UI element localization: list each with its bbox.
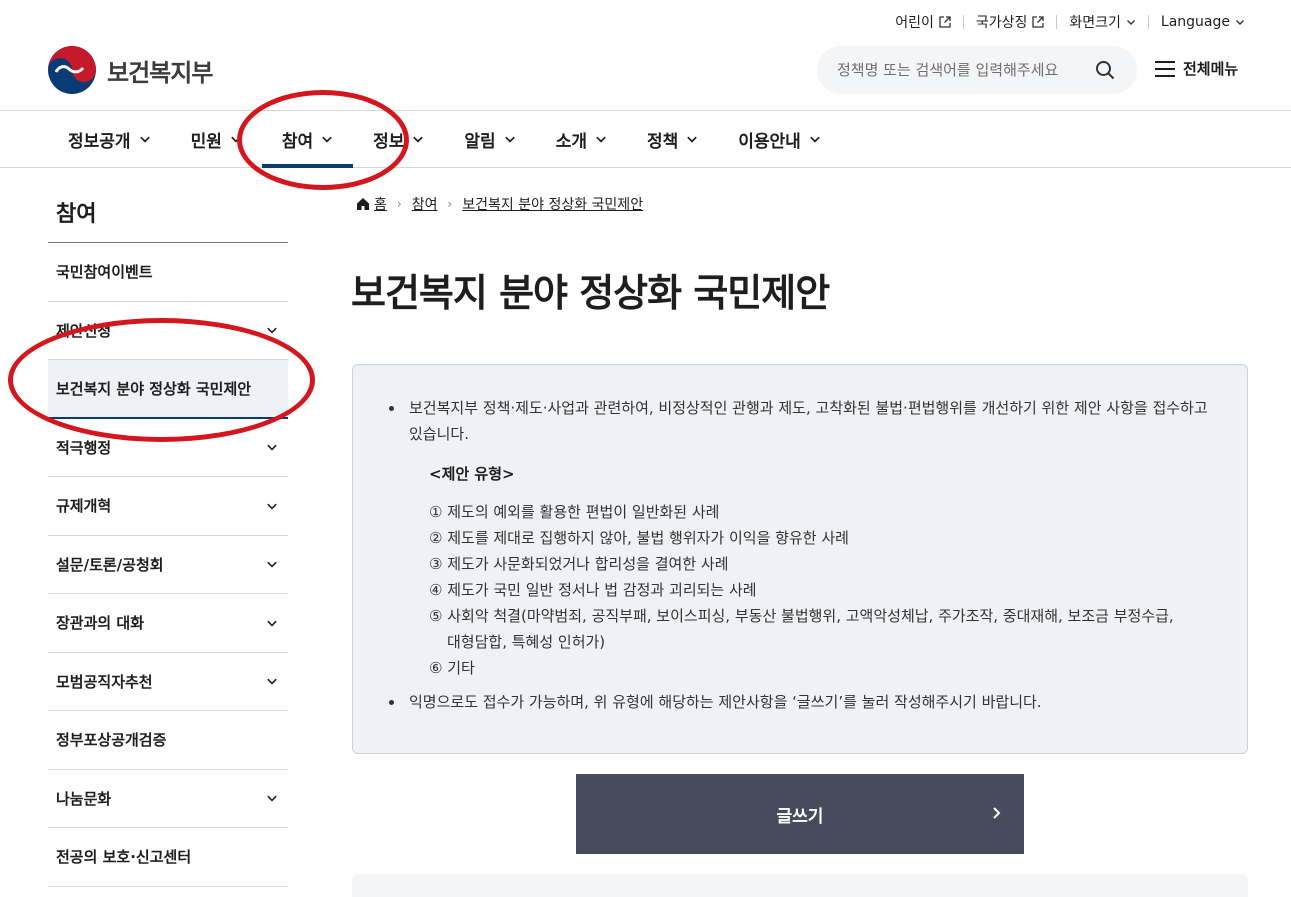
gnb-item-notice[interactable]: 알림 (444, 111, 535, 167)
chevron-down-icon (596, 136, 606, 143)
chevron-right-icon: › (447, 197, 453, 211)
main-navigation: 정보공개 민원 참여 정보 알림 소개 정책 이용안내 (0, 110, 1291, 168)
chevron-down-icon (267, 678, 277, 685)
proposal-type-item: ① 제도의 예외를 활용한 편법이 일반화된 사례 (429, 503, 720, 521)
sidebar-item-model-official[interactable]: 모범공직자추천 (48, 653, 288, 711)
search-input[interactable] (837, 61, 1093, 79)
chevron-down-icon (231, 136, 241, 143)
write-button[interactable]: 글쓰기 (576, 774, 1024, 854)
breadcrumb-home[interactable]: 홈 (356, 194, 387, 214)
hamburger-icon (1155, 60, 1175, 77)
chevron-down-icon (1126, 20, 1135, 25)
info-intro: 보건복지부 정책·제도·사업과 관련하여, 비정상적인 관행과 제도, 고착화된… (389, 395, 1211, 681)
external-link-icon (939, 16, 951, 28)
gnb-item-about[interactable]: 소개 (536, 111, 627, 167)
gnb-item-guide[interactable]: 이용안내 (718, 111, 841, 167)
sidebar-item-proposal[interactable]: 제안신청 (48, 302, 288, 360)
chevron-down-icon (267, 795, 277, 802)
info-box: 보건복지부 정책·제도·사업과 관련하여, 비정상적인 관행과 제도, 고착화된… (352, 364, 1248, 754)
gnb-item-civil-petition[interactable]: 민원 (171, 111, 262, 167)
side-navigation-title: 참여 (48, 186, 288, 243)
chevron-down-icon (139, 136, 150, 143)
sidebar-item-award-verification[interactable]: 정부포상공개검증 (48, 711, 288, 770)
external-link-icon (1032, 16, 1045, 28)
site-logo[interactable]: 보건복지부 (47, 45, 213, 95)
utility-screen-size-dropdown[interactable]: 화면크기 (1057, 12, 1148, 32)
home-icon (357, 198, 369, 210)
breadcrumb-participation[interactable]: 참여 (412, 194, 438, 214)
all-menu-button[interactable]: 전체메뉴 (1155, 58, 1238, 79)
taegeuk-logo-icon (48, 46, 96, 94)
chevron-down-icon (267, 444, 277, 451)
chevron-down-icon (267, 327, 277, 334)
gnb-item-participation[interactable]: 참여 (261, 111, 354, 168)
side-navigation: 참여 국민참여이벤트 제안신청 보건복지 분야 정상화 국민제안 적극행정 규제… (48, 186, 288, 887)
chevron-down-icon (687, 136, 698, 143)
search-icon (1096, 61, 1115, 80)
breadcrumb: 홈 › 참여 › 보건복지 분야 정상화 국민제안 (356, 194, 643, 214)
breadcrumb-current[interactable]: 보건복지 분야 정상화 국민제안 (462, 194, 643, 214)
sidebar-item-resident-protection[interactable]: 전공의 보호·신고센터 (48, 828, 288, 887)
gnb-item-policy[interactable]: 정책 (627, 111, 718, 167)
page-title: 보건복지 분야 정상화 국민제안 (351, 271, 830, 315)
proposal-type-item-continued: 대형담합, 특혜성 인허가) (447, 633, 606, 651)
info-note: 익명으로도 접수가 가능하며, 위 유형에 해당하는 제안사항을 ‘글쓰기’를 … (389, 689, 1211, 715)
sidebar-item-sharing-culture[interactable]: 나눔문화 (48, 770, 288, 828)
proposal-type-item: ⑥ 기타 (429, 659, 475, 677)
chevron-down-icon (413, 136, 424, 143)
utility-national-symbol-link[interactable]: 국가상징 (964, 12, 1057, 32)
sidebar-item-survey[interactable]: 설문/토론/공청회 (48, 536, 288, 594)
proposal-type-item: ② 제도를 제대로 집행하지 않아, 불법 행위자가 이익을 향유한 사례 (429, 529, 849, 547)
chevron-down-icon (504, 136, 515, 143)
sidebar-item-minister-dialogue[interactable]: 장관과의 대화 (48, 594, 288, 653)
chevron-right-icon (993, 807, 1001, 819)
search-button[interactable] (1093, 58, 1117, 82)
sidebar-item-event[interactable]: 국민참여이벤트 (48, 243, 288, 302)
chevron-down-icon (267, 503, 277, 510)
search-bar (817, 46, 1137, 94)
chevron-down-icon (267, 561, 277, 568)
proposal-type-item: ④ 제도가 국민 일반 정서나 법 감정과 괴리되는 사례 (429, 581, 757, 599)
utility-bar: 어린이 국가상징 화면크기 Language (883, 12, 1245, 32)
proposal-type-item: ⑤ 사회악 척결(마약범죄, 공직부패, 보이스피싱, 부동산 불법행위, 고액… (429, 607, 1174, 625)
chevron-right-icon: › (396, 197, 402, 211)
gnb-item-information[interactable]: 정보 (353, 111, 444, 167)
sidebar-item-regulation-reform[interactable]: 규제개혁 (48, 477, 288, 536)
logo-text: 보건복지부 (107, 58, 213, 87)
utility-kids-link[interactable]: 어린이 (883, 12, 963, 32)
sidebar-item-proactive-admin[interactable]: 적극행정 (48, 419, 288, 477)
chevron-down-icon (322, 136, 332, 143)
gnb-item-info-disclosure[interactable]: 정보공개 (48, 111, 171, 167)
chevron-down-icon (810, 136, 820, 143)
chevron-down-icon (267, 620, 277, 627)
utility-language-dropdown[interactable]: Language (1149, 12, 1245, 32)
proposal-type-item: ③ 제도가 사문화되었거나 합리성을 결여한 사례 (429, 555, 729, 573)
sidebar-item-normalization-proposal[interactable]: 보건복지 분야 정상화 국민제안 (48, 360, 288, 419)
chevron-down-icon (1236, 20, 1244, 25)
content-box (352, 874, 1248, 897)
proposal-types-heading: <제안 유형> (429, 465, 515, 483)
proposal-types: <제안 유형> ① 제도의 예외를 활용한 편법이 일반화된 사례 ② 제도를 … (409, 461, 1211, 681)
